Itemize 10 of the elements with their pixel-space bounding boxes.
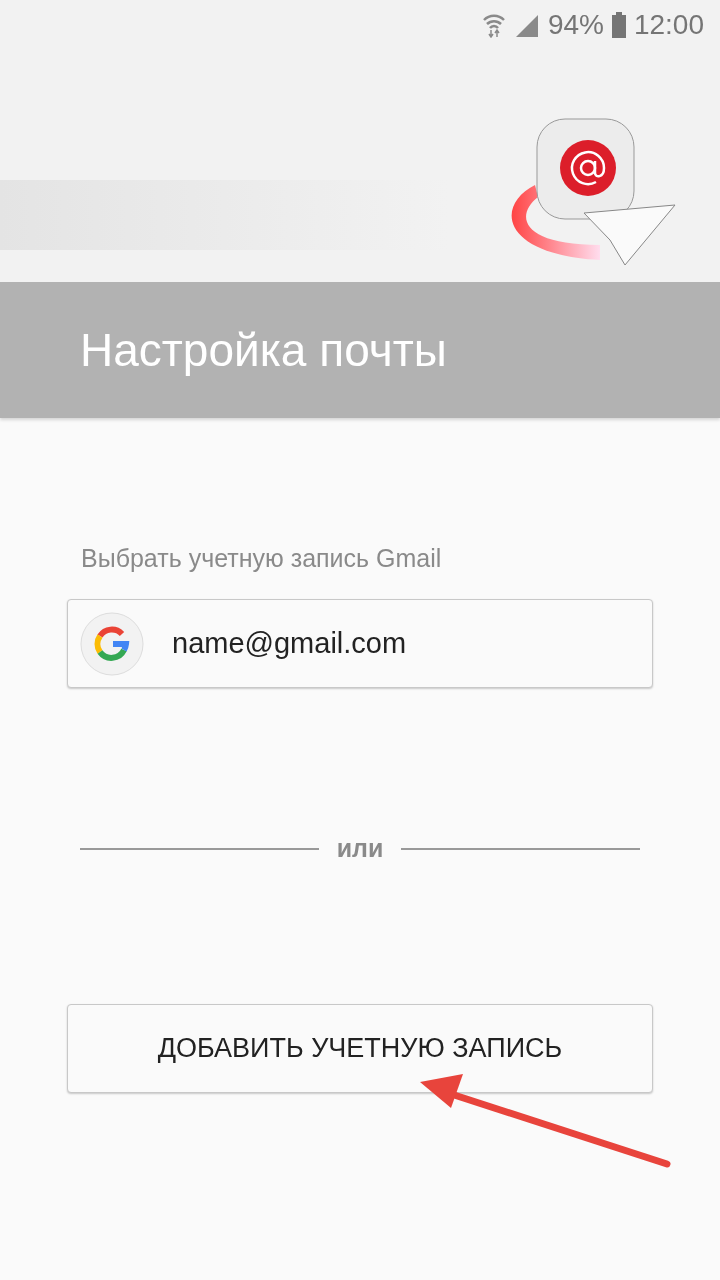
battery-icon [611,12,626,38]
clock-time: 12:00 [633,9,704,41]
or-separator-text: или [336,834,384,863]
add-account-button[interactable]: ДОБАВИТЬ УЧЕТНУЮ ЗАПИСЬ [67,1004,653,1093]
account-item[interactable]: name@gmail.com [67,599,653,688]
wifi-icon [481,12,506,38]
google-logo-icon [80,611,144,676]
section-label: Выбрать учетную запись Gmail [81,544,443,573]
battery-percent: 94% [547,9,604,41]
screen-title: Настройка почты [80,323,447,377]
